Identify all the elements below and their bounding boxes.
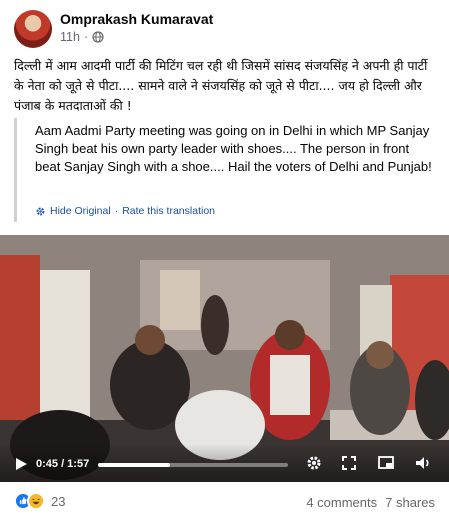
- meta-separator: ·: [83, 30, 89, 44]
- translation-links: Hide Original · Rate this translation: [35, 205, 215, 217]
- video-progress-fill: [98, 463, 171, 467]
- play-icon[interactable]: [14, 457, 28, 471]
- video-progress-bar[interactable]: [98, 463, 288, 467]
- haha-reaction-icon: [27, 492, 45, 510]
- post-meta: 11h ·: [60, 30, 104, 44]
- video-player[interactable]: 0:45 / 1:57: [0, 235, 449, 482]
- rate-translation-link[interactable]: Rate this translation: [122, 205, 215, 217]
- translation-text: Aam Aadmi Party meeting was going on in …: [35, 123, 432, 174]
- comments-link[interactable]: 4 comments: [306, 495, 377, 510]
- post-footer: 23 4 comments 7 shares: [0, 482, 449, 520]
- pip-icon[interactable]: [377, 454, 395, 472]
- volume-icon[interactable]: [414, 454, 432, 472]
- video-time: 0:45 / 1:57: [36, 458, 90, 470]
- post-text: दिल्ली में आम आदमी पार्टी की मिटिंग चल र…: [14, 58, 428, 113]
- hide-original-link[interactable]: Hide Original: [50, 205, 111, 217]
- translation-block: Aam Aadmi Party meeting was going on in …: [14, 118, 434, 222]
- settings-icon[interactable]: [305, 454, 323, 472]
- video-controls: 0:45 / 1:57: [0, 444, 449, 482]
- post-header: Omprakash Kumaravat 11h ·: [14, 8, 434, 48]
- post-time[interactable]: 11h: [60, 30, 80, 44]
- link-separator: ·: [114, 205, 119, 217]
- engagement-stats: 4 comments 7 shares: [306, 495, 435, 510]
- reactions-summary[interactable]: 23: [14, 492, 65, 510]
- gear-icon: [36, 207, 45, 215]
- reaction-count: 23: [51, 493, 66, 509]
- author-avatar[interactable]: [14, 10, 52, 48]
- globe-icon: [92, 31, 104, 43]
- fullscreen-icon[interactable]: [340, 454, 358, 472]
- shares-link[interactable]: 7 shares: [385, 495, 435, 510]
- author-name[interactable]: Omprakash Kumaravat: [60, 11, 213, 27]
